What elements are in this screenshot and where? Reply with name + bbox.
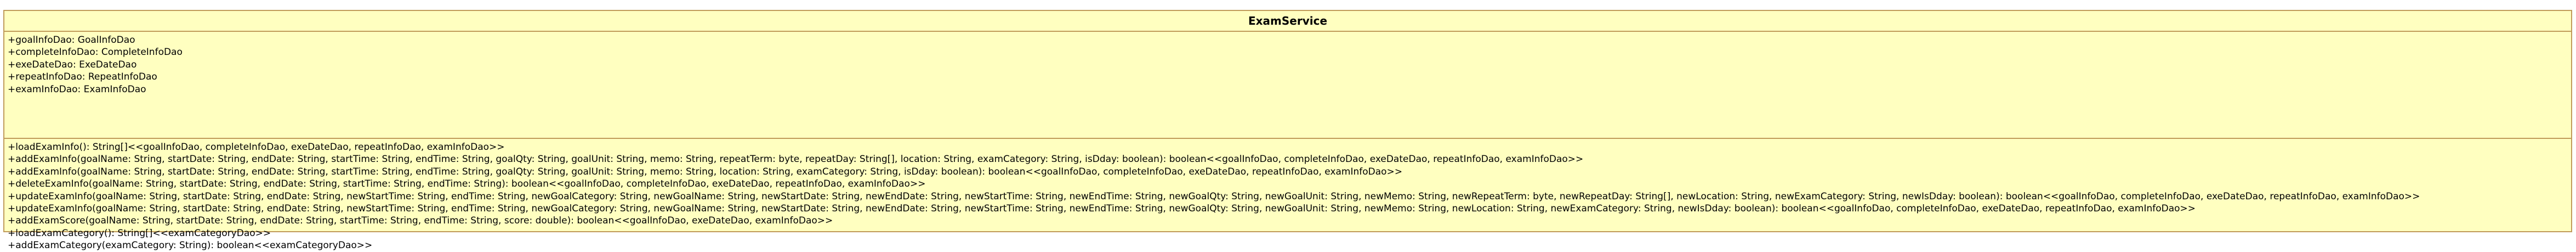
operation-load-exam-info: +loadExamInfo(): String[]<<goalInfoDao, … — [8, 142, 505, 153]
attribute-exam-info-dao: +examInfoDao: ExamInfoDao — [8, 83, 146, 95]
operation-update-exam-info: +updateExamInfo(goalName: String, startD… — [8, 203, 2196, 215]
operation-add-exam-info-with-repeat: +addExamInfo(goalName: String, startDate… — [8, 154, 1584, 165]
operation-load-exam-category: +loadExamCategory(): String[]<<examCateg… — [8, 227, 271, 239]
attribute-goal-info-dao: +goalInfoDao: GoalInfoDao — [8, 35, 135, 46]
exam-service-class-box: ExamService +goalInfoDao: GoalInfoDao +c… — [3, 10, 2572, 251]
attribute-exe-date-dao: +exeDateDao: ExeDateDao — [8, 59, 137, 70]
operation-add-exam-score: +addExamScore(goalName: String, startDat… — [8, 215, 833, 227]
operations-compartment: +loadExamInfo(): String[]<<goalInfoDao, … — [4, 139, 2571, 252]
attribute-complete-info-dao: +completeInfoDao: CompleteInfoDao — [8, 47, 183, 58]
operation-add-exam-info: +addExamInfo(goalName: String, startDate… — [8, 166, 1403, 177]
operation-delete-exam-info: +deleteExamInfo(goalName: String, startD… — [8, 178, 926, 190]
operation-update-exam-info-with-repeat: +updateExamInfo(goalName: String, startD… — [8, 191, 2420, 202]
operation-add-exam-category: +addExamCategory(examCategory: String): … — [8, 240, 373, 251]
class-name: ExamService — [4, 11, 2571, 32]
attribute-repeat-info-dao: +repeatInfoDao: RepeatInfoDao — [8, 71, 157, 83]
attributes-compartment: +goalInfoDao: GoalInfoDao +completeInfoD… — [4, 32, 2571, 139]
